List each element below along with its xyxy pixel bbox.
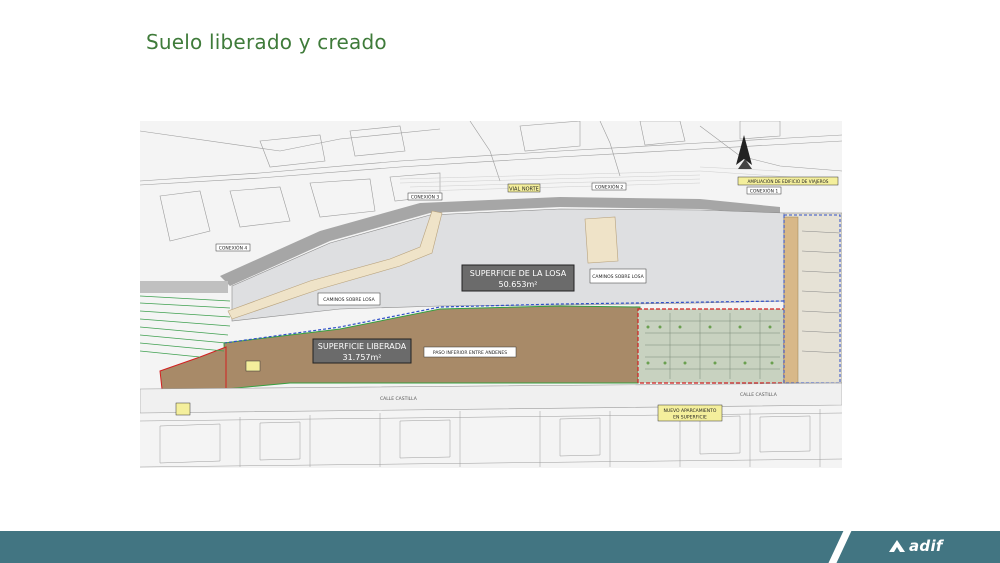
walkway-right	[584, 216, 619, 264]
footer-band: adif	[0, 531, 1000, 563]
adif-logo-text: adif	[909, 537, 943, 555]
label-calle-castilla-1: CALLE CASTILLA	[380, 396, 418, 402]
label-conexion-4: CONEXIÓN 4	[219, 245, 248, 252]
label-nuevo-aparcamiento-2: EN SUPERFICIE	[673, 415, 707, 421]
label-superficie-liberada-value: 31.757m²	[343, 353, 382, 362]
label-conexion-2: CONEXIÓN 2	[595, 184, 624, 191]
footer-slash	[825, 531, 853, 563]
label-vial-norte: VIAL NORTE	[509, 187, 539, 193]
label-calle-castilla-2: CALLE CASTILLA	[740, 392, 778, 398]
label-conexion-3: CONEXIÓN 3	[411, 194, 440, 201]
adif-logo: adif	[888, 537, 943, 555]
label-caminos-losa-izquierda: CAMINOS SOBRE LOSA	[323, 297, 375, 303]
label-ampliacion: AMPLIACIÓN DE EDIFICIO DE VIAJEROS	[748, 179, 829, 184]
adif-logo-icon	[889, 540, 905, 552]
site-plan: SUPERFICIE DE LA LOSA 50.653m² SUPERFICI…	[140, 121, 842, 468]
label-superficie-losa-value: 50.653m²	[499, 280, 538, 289]
label-superficie-liberada: SUPERFICIE LIBERADA	[318, 342, 407, 351]
label-nuevo-aparcamiento-1: NUEVO APARCAMIENTO	[664, 408, 717, 414]
slide-title: Suelo liberado y creado	[146, 30, 387, 54]
label-paso-inferior: PASO INFERIOR ENTRE ANDENES	[433, 350, 507, 356]
label-caminos-losa-derecha: CAMINOS SOBRE LOSA	[592, 274, 644, 280]
label-superficie-losa: SUPERFICIE DE LA LOSA	[470, 269, 567, 278]
label-conexion-1: CONEXIÓN 1	[750, 188, 779, 195]
parking-area	[637, 308, 785, 384]
